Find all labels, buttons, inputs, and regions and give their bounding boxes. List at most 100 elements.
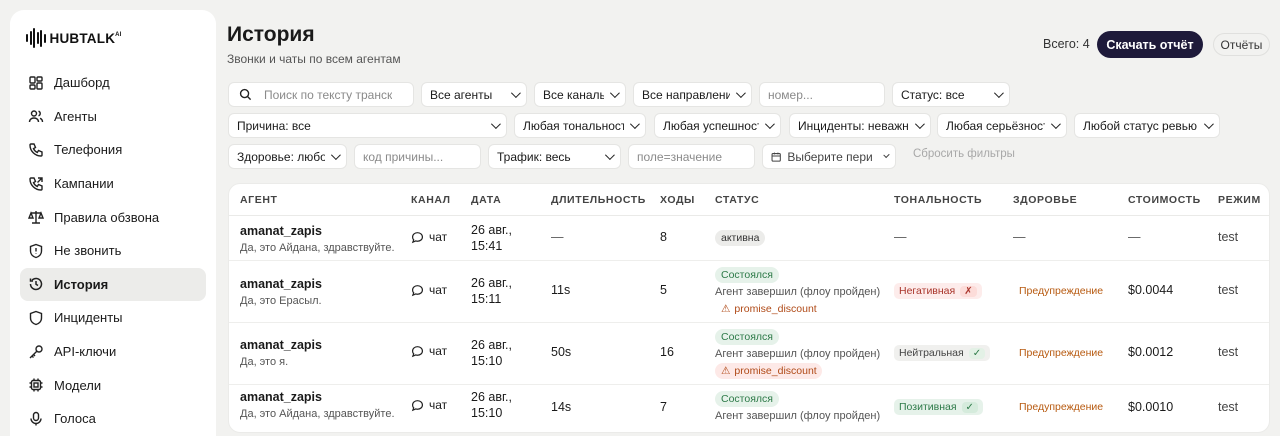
severity-select-value: Любая серьёзность [946, 118, 1045, 133]
sidebar-item-telephony[interactable]: Телефония [20, 133, 206, 167]
success-select[interactable]: Любая успешность [654, 113, 781, 138]
health-cell: Предупреждение [1019, 285, 1104, 297]
logo-waveform-icon [26, 28, 46, 48]
cost-cell: $0.0010 [1128, 400, 1174, 414]
date-cell: 26 авг., 15:10 [471, 389, 512, 421]
warning-icon: ⚠ [721, 365, 731, 377]
warning-icon: ⚠ [721, 303, 731, 315]
date-cell: 26 авг., 15:11 [471, 275, 512, 307]
health-cell: Предупреждение [1019, 347, 1104, 359]
date-time: 15:10 [471, 406, 503, 420]
chat-bubble-icon [411, 399, 424, 411]
channel-cell: чат [411, 344, 447, 358]
tonality-select-value: Любая тональность [523, 118, 624, 133]
reset-filters-button[interactable]: Сбросить фильтры [913, 148, 1015, 160]
column-header-tonality[interactable]: ТОНАЛЬНОСТЬ [894, 184, 982, 216]
column-header-channel[interactable]: КАНАЛ [411, 184, 451, 216]
review-status-select[interactable]: Любой статус ревью [1074, 113, 1220, 138]
status-badge: Состоялся [715, 267, 779, 283]
table-row[interactable]: amanat_zapis Да, это Айдана, здравствуйт… [229, 385, 1269, 432]
date-time: 15:11 [471, 292, 502, 306]
column-header-agent[interactable]: АГЕНТ [240, 184, 278, 216]
agent-name[interactable]: amanat_zapis [240, 277, 322, 291]
tonality-cell: Нейтральная ✓ [894, 345, 991, 361]
sidebar-item-dashboard[interactable]: Дашборд [20, 66, 206, 100]
transcript-snippet: Да, это Айдана, здравствуйте. [240, 408, 395, 420]
table-row[interactable]: amanat_zapis Да, это Айдана, здравствуйт… [229, 216, 1269, 261]
period-picker[interactable]: Выберите период [762, 144, 896, 169]
sidebar-item-label: Дашборд [54, 75, 110, 91]
sidebar-item-api-keys[interactable]: API-ключи [20, 335, 206, 369]
reason-code-input[interactable]: код причины... [354, 144, 481, 169]
calendar-icon [771, 152, 781, 162]
status-badge: Состоялся [715, 329, 779, 345]
date-cell: 26 авг., 15:41 [471, 222, 512, 254]
incidents-select[interactable]: Инциденты: неважно [789, 113, 931, 138]
status-badge: Состоялся [715, 391, 779, 407]
shield-icon [29, 243, 43, 258]
review-status-select-value: Любой статус ревью [1083, 118, 1198, 133]
number-input[interactable]: номер... [759, 82, 885, 107]
reason-select[interactable]: Причина: все [228, 113, 507, 138]
policy-warning: ⚠ promise_discount [715, 363, 822, 379]
success-select-value: Любая успешность [663, 118, 759, 133]
table-row[interactable]: amanat_zapis Да, это Ерасыл. чат 26 авг.… [229, 261, 1269, 323]
column-header-duration[interactable]: ДЛИТЕЛЬНОСТЬ [551, 184, 646, 216]
sidebar-item-do-not-call[interactable]: Не звонить [20, 234, 206, 268]
agent-cell: amanat_zapis Да, это Айдана, здравствуйт… [240, 390, 395, 420]
chat-bubble-icon [411, 284, 424, 296]
sidebar-item-history[interactable]: История [20, 267, 206, 302]
tonality-select[interactable]: Любая тональность [514, 113, 646, 138]
column-header-status[interactable]: СТАТУС [715, 184, 759, 216]
channel-label: чат [429, 230, 448, 244]
page-title: История [227, 23, 315, 46]
agent-name[interactable]: amanat_zapis [240, 390, 395, 404]
tonality-cell: Негативная ✗ [894, 283, 982, 299]
status-note: Агент завершил (флоу пройден) [715, 286, 881, 298]
date-day: 26 авг., [471, 276, 512, 290]
sidebar-item-voices[interactable]: Голоса [20, 402, 206, 436]
chevron-down-icon [882, 151, 890, 159]
cost-cell: $0.0012 [1128, 345, 1174, 359]
download-report-button[interactable]: Скачать отчёт [1097, 31, 1203, 58]
agent-name[interactable]: amanat_zapis [240, 338, 322, 352]
search-input[interactable]: Поиск по тексту транск [228, 82, 414, 107]
transcript-snippet: Да, это я. [240, 356, 289, 368]
phone-outgoing-icon [29, 176, 43, 191]
severity-select[interactable]: Любая серьёзность [937, 113, 1067, 138]
status-note: Агент завершил (флоу пройден) [715, 348, 881, 360]
agents-select[interactable]: Все агенты [421, 82, 527, 107]
agent-name[interactable]: amanat_zapis [240, 224, 395, 238]
status-cell: Состоялся Агент завершил (флоу пройден) … [715, 267, 880, 317]
reports-button[interactable]: Отчёты [1213, 33, 1270, 56]
column-header-cost[interactable]: СТОИМОСТЬ [1128, 184, 1201, 216]
health-select[interactable]: Здоровье: любое [228, 144, 347, 169]
mode-cell: test [1218, 345, 1239, 359]
column-header-turns[interactable]: ХОДЫ [660, 184, 695, 216]
health-cell: — [1013, 230, 1026, 244]
channel-label: чат [429, 344, 448, 358]
warning-label: promise_discount [734, 365, 817, 377]
users-icon [28, 110, 44, 123]
sidebar-item-agents[interactable]: Агенты [20, 100, 206, 134]
field-value-input[interactable]: поле=значение [628, 144, 755, 169]
channels-select-value: Все каналы [543, 87, 604, 102]
brand-logo[interactable]: HUBTALKAI [26, 28, 122, 48]
date-time: 15:41 [471, 239, 503, 253]
incident-icon [29, 310, 43, 326]
sidebar-item-incidents[interactable]: Инциденты [20, 301, 206, 335]
column-header-mode[interactable]: РЕЖИМ [1218, 184, 1261, 216]
column-header-health[interactable]: ЗДОРОВЬЕ [1013, 184, 1077, 216]
directions-select-value: Все направления [642, 87, 730, 102]
column-header-date[interactable]: ДАТА [471, 184, 501, 216]
sidebar-item-dial-rules[interactable]: Правила обзвона [20, 200, 206, 234]
sidebar-item-campaigns[interactable]: Кампании [20, 167, 206, 201]
channels-select[interactable]: Все каналы [534, 82, 626, 107]
sidebar-item-models[interactable]: Модели [20, 368, 206, 402]
directions-select[interactable]: Все направления [633, 82, 752, 107]
duration-cell: 11s [551, 283, 571, 297]
table-row[interactable]: amanat_zapis Да, это я. чат 26 авг., 15:… [229, 323, 1269, 385]
traffic-select[interactable]: Трафик: весь [488, 144, 621, 169]
status-select[interactable]: Статус: все [892, 82, 1010, 107]
sidebar-item-label: Телефония [54, 142, 123, 158]
